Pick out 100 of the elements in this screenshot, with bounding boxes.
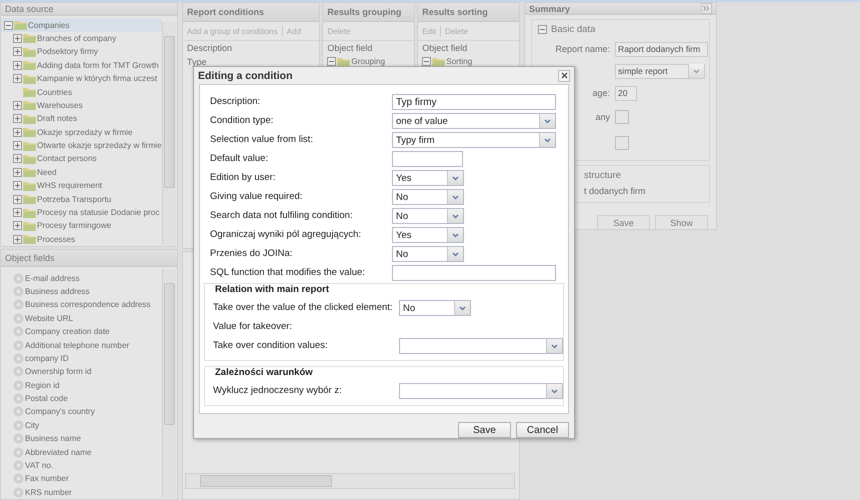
field-label: Condition type: <box>210 114 274 128</box>
tree-item-label: Potrzeba Transportu <box>37 194 112 204</box>
field-item[interactable]: City <box>25 420 40 430</box>
tree-item[interactable]: Draft notes <box>1 112 162 126</box>
field-item[interactable]: Company creation date <box>25 327 110 336</box>
panel-title: Report conditions <box>183 3 320 22</box>
field-item[interactable]: Region id <box>25 380 60 390</box>
field-label: Take over the value of the clicked element: <box>213 301 393 315</box>
field-item[interactable]: Business address <box>25 286 90 296</box>
field-item[interactable]: Company's country <box>25 407 95 416</box>
tree-item[interactable]: Contact persons <box>1 152 162 166</box>
tree-item-label: Otwarte okazje sprzedaży w firmie <box>37 141 162 150</box>
panel-title: Summary <box>525 3 716 15</box>
field-item[interactable]: Business name <box>25 434 81 444</box>
field-label: Ograniczaj wyniki pól agregujących: <box>210 228 362 242</box>
structure-text: t dodanych firm <box>584 186 647 196</box>
field-label: Edition by user: <box>210 171 276 185</box>
panel-title: Object fields <box>1 250 177 268</box>
dropdown[interactable]: No <box>399 300 471 316</box>
dropdown[interactable]: Yes <box>392 227 464 243</box>
tree-item[interactable]: WHS requirement <box>1 179 162 192</box>
tree-item[interactable]: Processes <box>1 232 162 246</box>
column-header: Object field <box>327 43 372 53</box>
panel-title: Results grouping <box>323 3 414 22</box>
dialog-title: Editing a condition <box>198 70 292 82</box>
text-field[interactable]: Typ firmy <box>392 94 556 110</box>
dialog-button[interactable]: Cancel <box>516 422 569 438</box>
action-button[interactable]: Save <box>597 215 650 229</box>
dropdown[interactable]: Yes <box>392 170 464 186</box>
column-header: Description <box>187 43 232 53</box>
tree-item[interactable]: Branches of company <box>1 32 162 46</box>
panel-title: Data source <box>1 3 177 16</box>
text-field[interactable]: Raport dodanych firm <box>615 42 708 56</box>
field-label: Giving value required: <box>210 190 302 204</box>
field-item[interactable]: Ownership form id <box>25 367 92 376</box>
section-title: structure <box>584 170 621 180</box>
column-header: Type <box>187 57 207 67</box>
dropdown[interactable]: No <box>392 208 464 224</box>
tree-item-label: Companies <box>28 20 70 30</box>
tree-item[interactable]: Companies <box>1 18 162 32</box>
tree-item-label: Adding data form for TMT Growth <box>37 60 159 70</box>
tree-item-label: Draft notes <box>37 114 78 124</box>
field-item[interactable]: Postal code <box>25 394 68 404</box>
tree-item-label: Branches of company <box>37 34 116 43</box>
section-title: Basic data <box>551 24 596 34</box>
tree-item[interactable]: Otwarte okazje sprzedaży w firmie <box>1 138 162 152</box>
field-label: Default value: <box>210 152 268 166</box>
tree-item[interactable]: Need <box>1 166 162 180</box>
tree-item[interactable]: Countries <box>1 85 162 99</box>
tree-item[interactable]: Potrzeba Transportu <box>1 192 162 206</box>
tree-item-label: Okazje sprzedaży w firmie <box>37 128 133 137</box>
field-label: SQL function that modifies the value: <box>210 266 365 280</box>
field-label: age: <box>592 88 610 98</box>
dialog-button[interactable]: Save <box>458 422 511 438</box>
action-button[interactable]: Show <box>655 215 708 229</box>
tree-item-label: Contact persons <box>37 154 97 164</box>
field-item[interactable]: Business correspondence address <box>25 300 151 310</box>
section-title: Relation with main report <box>214 283 330 297</box>
dropdown[interactable]: one of value <box>392 113 556 129</box>
dropdown[interactable]: No <box>392 246 464 262</box>
tree-item-label: Kampanie w których firma uczest <box>37 74 158 84</box>
tree-item[interactable]: Procesy na statusie Dodanie proc <box>1 206 162 220</box>
field-label: Take over condition values: <box>213 339 328 353</box>
tree-item[interactable]: Adding data form for TMT Growth <box>1 58 162 72</box>
text-field[interactable]: 20 <box>615 86 637 100</box>
field-label: Search data not fulfiling condition: <box>210 209 353 223</box>
dropdown[interactable]: Typy firm <box>392 132 556 148</box>
tree-item-label: Need <box>37 168 57 177</box>
field-label: Przenies do JOINa: <box>210 247 292 261</box>
dropdown[interactable]: simple report <box>615 64 705 78</box>
section-title: Zależności warunków <box>214 366 314 380</box>
field-item[interactable]: Abbreviated name <box>25 448 92 457</box>
field-item[interactable]: Website URL <box>25 314 74 323</box>
tree-item-label: Countries <box>37 88 72 96</box>
tree-item-label: Procesy farmingowe <box>37 221 112 230</box>
tree-item-label: Podsektory firmy <box>37 47 98 56</box>
panel-title: Results sorting <box>418 3 519 22</box>
field-item[interactable]: company ID <box>25 354 69 363</box>
field-item[interactable]: VAT no. <box>25 461 54 470</box>
tree-item[interactable]: Okazje sprzedaży w firmie <box>1 125 162 139</box>
tree-item[interactable]: Kampanie w których firma uczest <box>1 72 162 86</box>
field-label: Value for takeover: <box>213 320 292 334</box>
tree-item-label: Processes <box>37 234 76 244</box>
tree-item[interactable]: Procesy farmingowe <box>1 219 162 233</box>
field-item[interactable]: Additional telephone number <box>25 340 130 350</box>
tree-item-label: Procesy na statusie Dodanie proc <box>37 208 160 218</box>
field-label: Report name: <box>555 44 610 54</box>
field-label: Wyklucz jednoczesny wybór z: <box>213 384 342 398</box>
tree-item-label: Grouping <box>351 57 386 66</box>
tree-item[interactable]: Podsektory firmy <box>1 45 162 59</box>
field-item[interactable]: Fax number <box>25 474 69 484</box>
field-label: Description: <box>210 95 260 109</box>
tree-item-label: Sorting <box>446 57 472 66</box>
tree-item-label: WHS requirement <box>37 181 102 190</box>
column-header: Object field <box>422 43 468 53</box>
field-item[interactable]: KRS number <box>25 488 72 497</box>
tree-item-label: Warehouses <box>37 100 83 110</box>
field-item[interactable]: E-mail address <box>25 274 80 283</box>
dropdown[interactable]: No <box>392 189 464 205</box>
tree-item[interactable]: Warehouses <box>1 98 162 112</box>
